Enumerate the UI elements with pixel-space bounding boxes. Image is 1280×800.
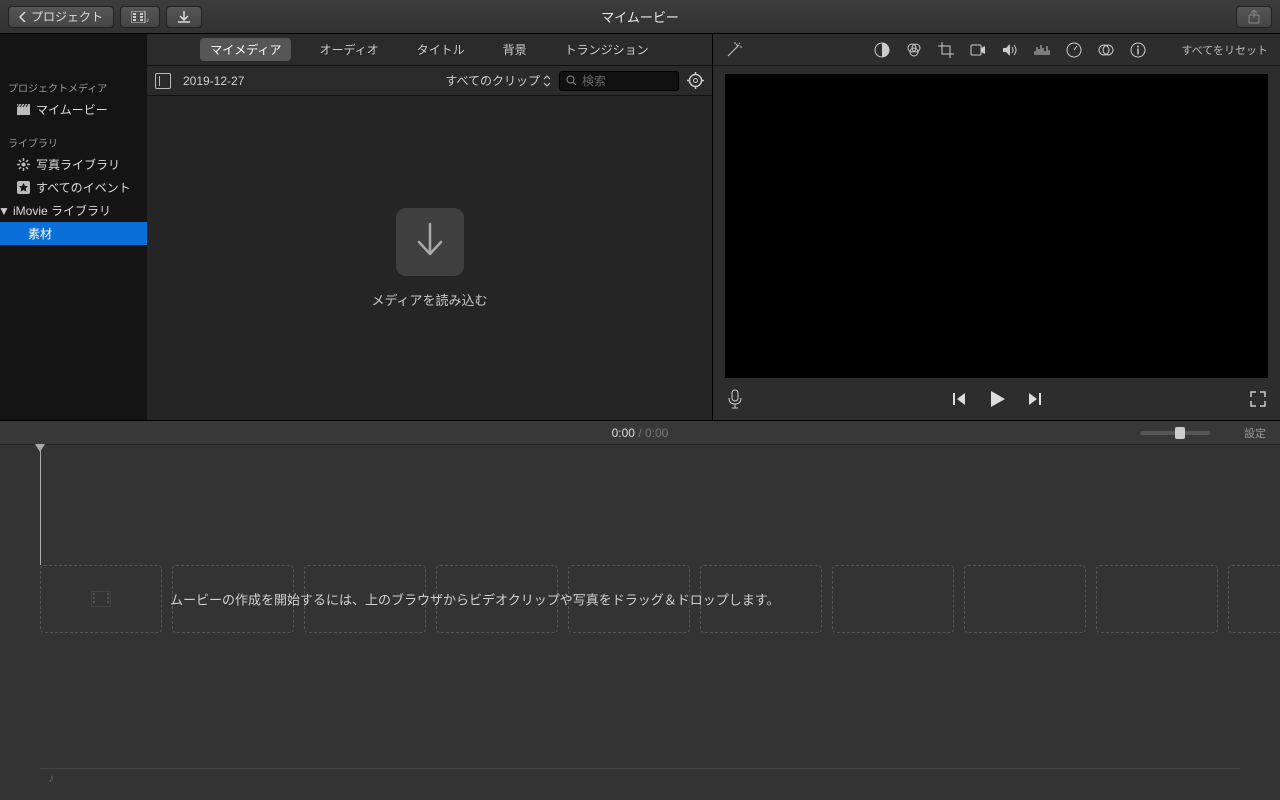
tab-backgrounds[interactable]: 背景 <box>493 38 537 61</box>
filter-label: すべてのクリップ <box>445 72 540 89</box>
timeline: 0:00 / 0:00 設定 ムービーの <box>0 421 1280 800</box>
sidebar-item-imovie-library[interactable]: ▼ iMovie ライブラリ <box>0 199 147 222</box>
browser-tabs: マイメディア オーディオ タイトル 背景 トランジション <box>147 34 712 66</box>
drop-slot[interactable] <box>1096 565 1218 633</box>
back-to-projects-button[interactable]: プロジェクト <box>8 6 114 28</box>
play-icon <box>987 389 1007 409</box>
timeline-body[interactable]: ムービーの作成を開始するには、上のブラウザからビデオクリップや写真をドラッグ＆ド… <box>0 445 1280 800</box>
sidebar-item-label: 素材 <box>28 225 52 242</box>
video-track[interactable]: ムービーの作成を開始するには、上のブラウザからビデオクリップや写真をドラッグ＆ド… <box>40 565 1240 633</box>
updown-icon <box>543 75 551 87</box>
clip-filter-dropdown[interactable]: すべてのクリップ <box>445 72 551 89</box>
volume-icon[interactable] <box>1001 41 1019 59</box>
prev-icon <box>951 391 967 407</box>
noise-reduction-icon[interactable] <box>1033 41 1051 59</box>
filter-icon[interactable] <box>1097 41 1115 59</box>
star-icon <box>16 181 30 195</box>
media-browser: マイメディア オーディオ タイトル 背景 トランジション 2019-12-27 … <box>147 34 712 420</box>
film-icon: ♪ <box>131 11 149 23</box>
viewer-controls <box>713 378 1280 420</box>
titlebar: プロジェクト ♪ マイムービー <box>0 0 1280 34</box>
color-correction-icon[interactable] <box>905 41 923 59</box>
next-icon <box>1027 391 1043 407</box>
import-arrow-icon <box>177 10 191 24</box>
microphone-icon <box>727 389 743 409</box>
sidebar-header-library: ライブラリ <box>0 131 147 153</box>
tab-titles[interactable]: タイトル <box>407 38 475 61</box>
tab-transitions[interactable]: トランジション <box>555 38 659 61</box>
browser-body[interactable]: メディアを読み込む <box>147 96 712 420</box>
current-time: 0:00 <box>612 426 635 440</box>
preview-viewer[interactable] <box>725 74 1268 378</box>
share-icon <box>1247 10 1261 24</box>
audio-track[interactable]: ♪ <box>40 768 1240 786</box>
down-arrow-icon <box>413 222 447 262</box>
search-placeholder: 検索 <box>582 72 606 89</box>
media-browser-button[interactable]: ♪ <box>120 6 160 28</box>
sidebar-item-all-events[interactable]: すべてのイベント <box>0 176 147 199</box>
magic-wand-icon[interactable] <box>725 41 743 59</box>
disclosure-triangle-icon[interactable]: ▼ <box>0 204 7 218</box>
next-button[interactable] <box>1027 391 1043 407</box>
clapper-icon <box>16 103 30 117</box>
current-event-name: 2019-12-27 <box>183 74 244 88</box>
share-button[interactable] <box>1236 6 1272 28</box>
sidebar-item-label: マイムービー <box>36 101 108 118</box>
music-note-icon: ♪ <box>48 771 54 785</box>
speed-icon[interactable] <box>1065 41 1083 59</box>
import-label: メディアを読み込む <box>371 290 487 309</box>
fullscreen-button[interactable] <box>1250 391 1266 407</box>
play-button[interactable] <box>987 389 1007 409</box>
sidebar-item-movie[interactable]: マイムービー <box>0 98 147 121</box>
stabilization-icon[interactable] <box>969 41 987 59</box>
reset-all-button[interactable]: すべてをリセット <box>1181 42 1268 58</box>
sidebar-header-project-media: プロジェクトメディア <box>0 76 147 98</box>
timeline-settings-button[interactable]: 設定 <box>1244 425 1266 441</box>
previous-button[interactable] <box>951 391 967 407</box>
browser-settings-button[interactable] <box>687 72 704 89</box>
svg-text:♪: ♪ <box>146 17 149 23</box>
browser-filter-row: 2019-12-27 すべてのクリップ 検索 <box>147 66 712 96</box>
sidebar-item-photo-library[interactable]: 写真ライブラリ <box>0 153 147 176</box>
drop-slot[interactable] <box>1228 565 1280 633</box>
total-time: 0:00 <box>645 426 668 440</box>
crop-icon[interactable] <box>937 41 955 59</box>
chevron-left-icon <box>19 12 27 22</box>
search-icon <box>566 75 577 86</box>
import-button[interactable] <box>166 6 202 28</box>
info-icon[interactable] <box>1129 41 1147 59</box>
tab-audio[interactable]: オーディオ <box>309 38 388 61</box>
sidebar-toggle-icon[interactable] <box>155 73 171 89</box>
search-input[interactable]: 検索 <box>559 71 679 91</box>
timeline-header: 0:00 / 0:00 設定 <box>0 421 1280 445</box>
browser-area: プロジェクトメディア マイムービー ライブラリ 写真ライブラリ すべてのイベント <box>0 34 713 421</box>
timeline-zoom-slider[interactable] <box>1140 431 1210 435</box>
fullscreen-icon <box>1250 391 1266 407</box>
sidebar-item-label: 写真ライブラリ <box>36 156 120 173</box>
film-placeholder-icon <box>91 591 111 607</box>
drop-slot[interactable] <box>40 565 162 633</box>
flower-icon <box>16 158 30 172</box>
color-balance-icon[interactable] <box>873 41 891 59</box>
voiceover-button[interactable] <box>727 389 743 409</box>
playhead[interactable] <box>40 445 41 565</box>
import-media-box[interactable] <box>396 208 464 276</box>
sidebar-item-label: iMovie ライブラリ <box>13 202 111 219</box>
back-label: プロジェクト <box>31 8 103 25</box>
timeline-hint: ムービーの作成を開始するには、上のブラウザからビデオクリップや写真をドラッグ＆ド… <box>170 590 779 609</box>
gear-icon <box>687 72 704 89</box>
viewer-area: すべてをリセット <box>713 34 1280 421</box>
sidebar: プロジェクトメディア マイムービー ライブラリ 写真ライブラリ すべてのイベント <box>0 34 147 420</box>
sidebar-item-event[interactable]: 素材 <box>0 222 147 245</box>
sidebar-item-label: すべてのイベント <box>36 179 131 196</box>
viewer-toolbar: すべてをリセット <box>713 34 1280 66</box>
tab-my-media[interactable]: マイメディア <box>200 38 291 61</box>
drop-slot[interactable] <box>832 565 954 633</box>
drop-slot[interactable] <box>964 565 1086 633</box>
